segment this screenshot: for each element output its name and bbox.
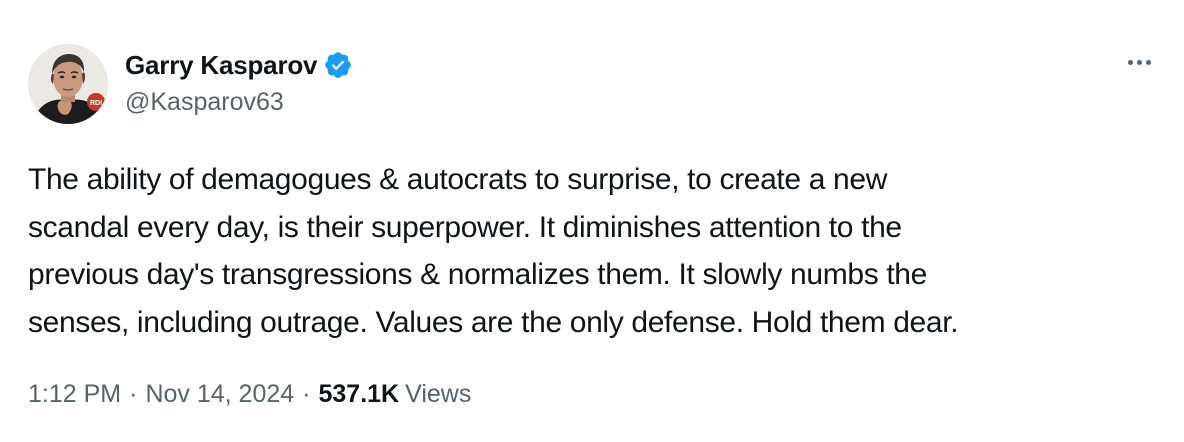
tweet-time[interactable]: 1:12 PM: [28, 380, 121, 409]
more-options-icon[interactable]: [1122, 50, 1156, 74]
author-handle[interactable]: @Kasparov63: [125, 88, 284, 117]
more-dot: [1136, 59, 1142, 65]
separator: ·: [302, 380, 311, 408]
avatar[interactable]: RDI: [28, 44, 108, 124]
author-name-row: Garry Kasparov: [125, 48, 353, 82]
tweet-text: The ability of demagogues & autocrats to…: [28, 163, 959, 339]
more-dot: [1127, 59, 1133, 65]
tweet-card: RDI Garry Kasparov @Kasparov63 The abili…: [0, 0, 1184, 442]
views-label[interactable]: Views: [405, 380, 471, 409]
avatar-image: RDI: [28, 44, 108, 124]
separator: ·: [129, 380, 138, 408]
views-count[interactable]: 537.1K: [318, 380, 399, 409]
tweet-date[interactable]: Nov 14, 2024: [145, 380, 294, 409]
more-dot: [1145, 59, 1151, 65]
tweet-metadata: 1:12 PM · Nov 14, 2024 · 537.1K Views: [28, 380, 471, 409]
display-name[interactable]: Garry Kasparov: [125, 50, 318, 81]
verified-badge-icon[interactable]: [323, 50, 353, 80]
avatar-badge-text: RDI: [90, 100, 102, 107]
